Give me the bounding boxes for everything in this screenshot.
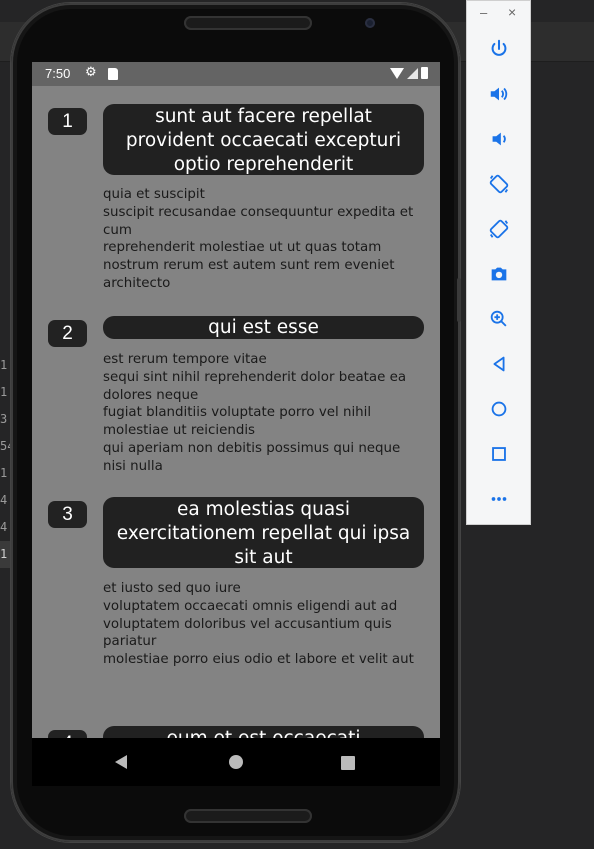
wifi-icon — [390, 67, 404, 79]
volume-down-icon[interactable] — [487, 127, 511, 151]
home-icon[interactable] — [487, 397, 511, 421]
navigation-bar — [32, 738, 440, 786]
camera-icon[interactable] — [487, 262, 511, 286]
post-title: ea molestias quasi exercitationem repell… — [103, 497, 424, 568]
front-camera — [365, 18, 375, 28]
recents-icon[interactable] — [341, 756, 355, 770]
power-icon[interactable] — [487, 37, 511, 61]
gear-icon: ⚙ — [85, 65, 97, 80]
overview-icon[interactable] — [487, 442, 511, 466]
emulator-toolbar: – × — [466, 0, 531, 525]
signal-icon — [407, 67, 418, 79]
post-title: eum et est occaecati — [103, 726, 424, 738]
device-screen[interactable]: 7:50 ⚙ 1 sunt aut facere repellat provid… — [32, 62, 440, 786]
zoom-icon[interactable] — [487, 307, 511, 331]
status-bar: 7:50 ⚙ — [32, 62, 440, 86]
post-list[interactable]: 1 sunt aut facere repellat provident occ… — [32, 86, 440, 738]
post-body: quia et suscipit suscipit recusandae con… — [103, 187, 414, 291]
more-icon[interactable] — [487, 487, 511, 511]
back-icon[interactable] — [487, 352, 511, 376]
sd-card-icon — [108, 68, 118, 80]
home-icon[interactable] — [229, 755, 243, 769]
post-body: et iusto sed quo iure voluptatem occaeca… — [103, 581, 414, 668]
post-title: qui est esse — [103, 316, 424, 339]
rotate-left-icon[interactable] — [487, 172, 511, 196]
rotate-right-icon[interactable] — [487, 217, 511, 241]
minimize-button[interactable]: – — [480, 5, 487, 20]
battery-icon — [421, 67, 428, 79]
post-title: sunt aut facere repellat provident occae… — [103, 104, 424, 175]
close-button[interactable]: × — [508, 4, 516, 20]
back-icon[interactable] — [115, 755, 127, 769]
post-body: est rerum tempore vitae sequi sint nihil… — [103, 352, 407, 474]
post-id-badge: 3 — [48, 501, 87, 528]
earpiece-speaker — [184, 16, 312, 30]
post-id-badge: 1 — [48, 108, 87, 135]
bottom-speaker — [184, 809, 312, 823]
post-id-badge: 4 — [48, 730, 87, 738]
volume-up-icon[interactable] — [487, 82, 511, 106]
post-id-badge: 2 — [48, 320, 87, 347]
phone-side-button[interactable] — [457, 278, 461, 322]
status-time: 7:50 — [45, 66, 71, 81]
